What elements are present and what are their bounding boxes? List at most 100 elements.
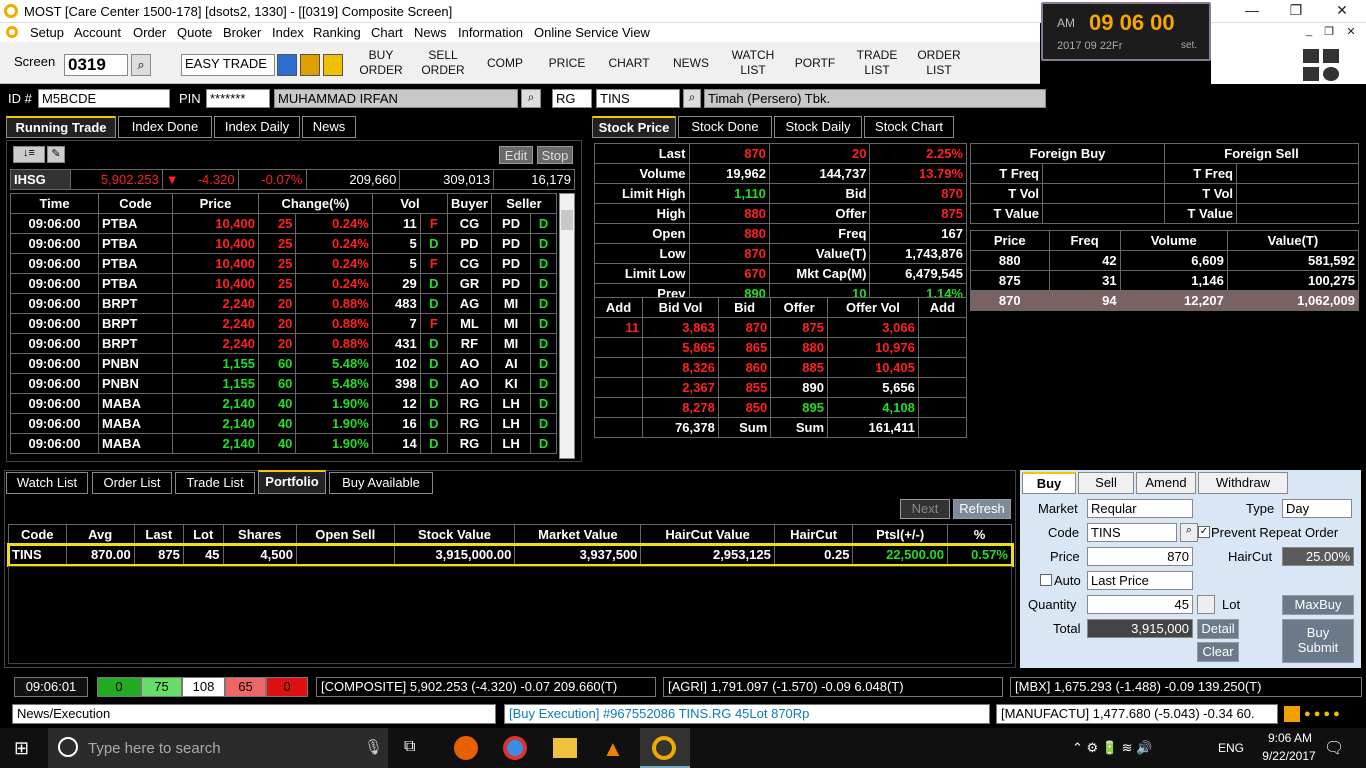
- mbx-ticker[interactable]: [MBX] 1,675.293 (-1.488) -0.09 139.250(T…: [1010, 677, 1362, 697]
- agri-ticker[interactable]: [AGRI] 1,791.097 (-1.570) -0.09 6.048(T): [663, 677, 1003, 697]
- done-row[interactable]: 875 31 1,146 100,275: [970, 270, 1360, 291]
- notification-icon[interactable]: 🗨: [1324, 738, 1344, 758]
- minimize-icon[interactable]: —: [1232, 2, 1272, 20]
- portfolio-row[interactable]: TINS 870.00 875 45 4,500 3,915,000.00 3,937,50…: [6, 542, 1014, 567]
- stock-search-icon[interactable]: ⌕: [683, 89, 701, 108]
- running-trade-row[interactable]: 09:06:00 PNBN 1,155 60 5.48% 102 D AO AI D: [10, 353, 557, 374]
- clock-icon[interactable]: [1323, 67, 1339, 81]
- microphone-icon[interactable]: 🎙: [364, 738, 383, 756]
- quantity-input[interactable]: 45: [1087, 595, 1193, 614]
- tab-sell[interactable]: Sell: [1078, 472, 1134, 494]
- language-indicator[interactable]: ENG: [1218, 741, 1244, 755]
- sort-icon[interactable]: ↓≡: [13, 146, 45, 163]
- menu-online-service[interactable]: Online Service: [534, 25, 619, 40]
- code-search-icon[interactable]: ⌕: [1180, 523, 1198, 542]
- tab-order-list[interactable]: Order List: [92, 472, 172, 494]
- trade-list-button[interactable]: TRADE LIST: [848, 46, 906, 80]
- menu-setup[interactable]: Setup: [30, 25, 64, 40]
- screen-input[interactable]: 0319: [64, 54, 128, 76]
- running-trade-row[interactable]: 09:06:00 PNBN 1,155 60 5.48% 398 D AO KI D: [10, 373, 557, 394]
- menu-ranking[interactable]: Ranking: [313, 25, 361, 40]
- child-restore-icon[interactable]: ❐: [1319, 25, 1339, 43]
- done-row[interactable]: 880 42 6,609 581,592: [970, 250, 1360, 271]
- orderbook-row[interactable]: 2,367 855 890 5,656: [593, 377, 968, 398]
- firefox-icon[interactable]: [454, 736, 478, 760]
- tray-date[interactable]: 9/22/2017: [1254, 749, 1324, 763]
- edit-button[interactable]: Edit: [499, 146, 533, 164]
- detail-button[interactable]: Detail: [1197, 619, 1239, 639]
- auto-checkbox[interactable]: [1040, 574, 1052, 586]
- account-search-icon[interactable]: ⌕: [521, 89, 541, 108]
- alert-icon[interactable]: [1284, 706, 1300, 722]
- orderbook-row[interactable]: 76,378 Sum Sum 161,411: [593, 417, 968, 438]
- buy-submit-button[interactable]: Buy Submit: [1282, 619, 1354, 663]
- running-trade-row[interactable]: 09:06:00 PTBA 10,400 25 0.24% 5 F CG PD D: [10, 253, 557, 274]
- orderbook-row[interactable]: 11 3,863 870 875 3,066: [593, 317, 968, 338]
- tab-portfolio[interactable]: Portfolio: [258, 470, 326, 494]
- execution-ticker[interactable]: [Buy Execution] #967552086 TINS.RG 45Lot…: [504, 704, 990, 724]
- tab-buy[interactable]: Buy: [1022, 472, 1076, 494]
- orderbook-row[interactable]: 5,865 865 880 10,976: [593, 337, 968, 358]
- child-close-icon[interactable]: ✕: [1341, 25, 1361, 43]
- tab-running-trade[interactable]: Running Trade: [6, 116, 116, 138]
- tool-icon[interactable]: ✎: [47, 146, 65, 163]
- news-label[interactable]: News/Execution: [12, 704, 496, 724]
- menu-news[interactable]: News: [414, 25, 447, 40]
- type-select[interactable]: Day: [1282, 499, 1352, 518]
- menu-account[interactable]: Account: [74, 25, 121, 40]
- child-minimize-icon[interactable]: _: [1299, 25, 1319, 43]
- tab-stock-chart[interactable]: Stock Chart: [864, 116, 954, 138]
- running-trade-row[interactable]: 09:06:00 BRPT 2,240 20 0.88% 7 F ML MI D: [10, 313, 557, 334]
- tab-buy-available[interactable]: Buy Available: [329, 472, 433, 494]
- windows-start-icon[interactable]: ⊞: [14, 738, 29, 759]
- id-select[interactable]: M5BCDE: [38, 89, 170, 108]
- done-row[interactable]: 870 94 12,207 1,062,009: [970, 290, 1360, 311]
- tab-stock-done[interactable]: Stock Done: [678, 116, 772, 138]
- grid-icon[interactable]: [277, 54, 297, 76]
- price-input[interactable]: 870: [1087, 547, 1193, 566]
- stock-input[interactable]: TINS: [596, 89, 680, 108]
- pin-input[interactable]: *******: [206, 89, 270, 108]
- running-trade-row[interactable]: 09:06:00 PTBA 10,400 25 0.24% 5 D PD PD D: [10, 233, 557, 254]
- tab-stock-daily[interactable]: Stock Daily: [774, 116, 862, 138]
- rt-scroll-thumb[interactable]: [561, 210, 573, 230]
- chrome-icon[interactable]: [503, 736, 527, 760]
- maxbuy-button[interactable]: MaxBuy: [1282, 595, 1354, 615]
- market-select[interactable]: Reqular: [1087, 499, 1193, 518]
- prevent-checkbox[interactable]: ✓: [1198, 526, 1210, 538]
- tab-index-done[interactable]: Index Done: [118, 116, 212, 138]
- running-trade-row[interactable]: 09:06:00 PTBA 10,400 25 0.24% 29 D GR PD D: [10, 273, 557, 294]
- board-select[interactable]: RG: [552, 89, 592, 108]
- file-explorer-icon[interactable]: [553, 738, 577, 758]
- tab-watch-list[interactable]: Watch List: [6, 472, 88, 494]
- composite-ticker[interactable]: [COMPOSITE] 5,902.253 (-4.320) -0.07 209…: [316, 677, 656, 697]
- menu-broker[interactable]: Broker: [223, 25, 261, 40]
- chart-button[interactable]: CHART: [600, 46, 658, 80]
- tab-amend[interactable]: Amend: [1136, 472, 1196, 494]
- menu-view[interactable]: View: [622, 25, 650, 40]
- close-icon[interactable]: ✕: [1322, 2, 1362, 20]
- tray-time[interactable]: 9:06 AM: [1262, 731, 1318, 745]
- refresh-button[interactable]: Refresh: [953, 499, 1011, 519]
- search-icon[interactable]: ⌕: [131, 54, 151, 76]
- orderbook-row[interactable]: 8,278 850 895 4,108: [593, 397, 968, 418]
- orderbook-row[interactable]: 8,326 860 885 10,405: [593, 357, 968, 378]
- vlc-icon[interactable]: ▲: [602, 736, 624, 762]
- running-trade-row[interactable]: 09:06:00 BRPT 2,240 20 0.88% 483 D AG MI D: [10, 293, 557, 314]
- tab-index-daily[interactable]: Index Daily: [214, 116, 300, 138]
- tab-stock-price[interactable]: Stock Price: [592, 116, 676, 138]
- order-list-button[interactable]: ORDER LIST: [910, 46, 968, 80]
- menu-order[interactable]: Order: [133, 25, 166, 40]
- menu-chart[interactable]: Chart: [371, 25, 403, 40]
- code-input[interactable]: TINS: [1087, 523, 1177, 542]
- task-view-icon[interactable]: ⧉: [404, 738, 415, 756]
- running-trade-row[interactable]: 09:06:00 PTBA 10,400 25 0.24% 11 F CG PD D: [10, 213, 557, 234]
- rt-scrollbar[interactable]: [559, 193, 575, 459]
- menu-information[interactable]: Information: [458, 25, 523, 40]
- menu-index[interactable]: Index: [272, 25, 304, 40]
- running-trade-row[interactable]: 09:06:00 MABA 2,140 40 1.90% 12 D RG LH D: [10, 393, 557, 414]
- hand-icon[interactable]: [323, 54, 343, 76]
- price-button[interactable]: PRICE: [538, 46, 596, 80]
- watch-list-button[interactable]: WATCH LIST: [724, 46, 782, 80]
- home-icon[interactable]: [1303, 49, 1319, 63]
